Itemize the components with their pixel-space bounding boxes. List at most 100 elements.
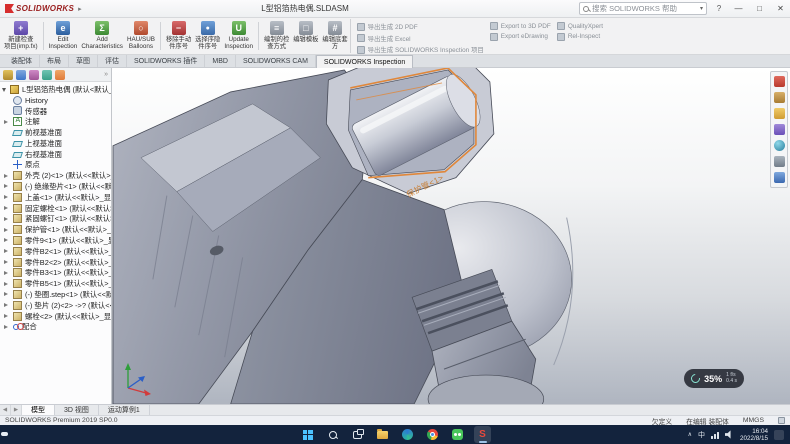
minimize-button[interactable]: — xyxy=(731,2,746,16)
design-library-icon[interactable] xyxy=(774,92,785,103)
ribbon-button-inspection-method[interactable]: 编制的检 查方式 xyxy=(262,19,291,53)
ribbon-button-new-inspection[interactable]: 新建检查 项目(imp.fx) xyxy=(2,19,40,53)
qualityxpert-button[interactable]: QualityXpert xyxy=(557,22,603,30)
part-icon xyxy=(13,258,22,267)
solidworks-resources-icon[interactable] xyxy=(774,76,785,87)
property-manager-tab-icon[interactable] xyxy=(16,70,26,80)
ribbon-button-edit-scheme[interactable]: 编辑底套 方 xyxy=(320,19,349,53)
clock[interactable]: 16:04 2022/8/15 xyxy=(740,428,768,442)
wechat-button[interactable] xyxy=(449,426,466,443)
edge-browser-button[interactable] xyxy=(399,426,416,443)
tab-assembly[interactable]: 装配体 xyxy=(4,55,40,67)
chevron-down-icon[interactable]: ▾ xyxy=(700,5,703,12)
ribbon-button-update-inspection[interactable]: Update Inspection xyxy=(222,19,255,53)
configuration-manager-tab-icon[interactable] xyxy=(29,70,39,80)
ribbon-button-remove-balloons[interactable]: 移除手动 件序号 xyxy=(164,19,193,53)
performance-badge: 35% 1 f/s 0.4 s xyxy=(684,369,744,388)
model-canvas[interactable]: 保护管<1> xyxy=(112,68,790,404)
tab-scroll-right-icon[interactable]: ▶ xyxy=(11,405,22,415)
part-icon xyxy=(13,204,22,213)
tree-item-top-plane[interactable]: 上视基准面 xyxy=(0,138,111,149)
file-explorer-tab-icon[interactable] xyxy=(774,108,785,119)
search-input[interactable]: 搜索 SOLIDWORKS 帮助 ▾ xyxy=(579,2,707,15)
chevron-right-icon[interactable]: ▸ xyxy=(78,5,82,13)
tab-layout[interactable]: 布局 xyxy=(40,55,69,67)
part-icon xyxy=(13,290,22,299)
dimxpert-tab-icon[interactable] xyxy=(42,70,52,80)
tree-item-front-plane[interactable]: 前视基准面 xyxy=(0,127,111,138)
close-button[interactable]: ✕ xyxy=(773,2,788,16)
tree-item-component[interactable]: 零件B2<1> (默认<<默认>_显... xyxy=(0,246,111,257)
tree-item-component[interactable]: 螺栓<2> (默认<<默认>_显示状态... xyxy=(0,311,111,322)
chrome-browser-button[interactable] xyxy=(424,426,441,443)
tree-item-component[interactable]: 固定螺栓<1> (默认<<默认>_显... xyxy=(0,203,111,214)
feature-manager-tab-icon[interactable] xyxy=(3,70,13,80)
maximize-button[interactable]: □ xyxy=(752,2,767,16)
taskbar-search-button[interactable] xyxy=(324,426,341,443)
appearances-icon[interactable] xyxy=(774,140,785,151)
tree-item-assembly-root[interactable]: L型铝箔热电偶 (默认<默认_显示状态-1) xyxy=(0,84,111,95)
tree-item-component[interactable]: 零件B3<1> (默认<<默认>_显... xyxy=(0,268,111,279)
tree-item-annotations[interactable]: 注解 xyxy=(0,116,111,127)
tab-addins[interactable]: SOLIDWORKS 插件 xyxy=(127,55,205,67)
help-button[interactable]: ? xyxy=(713,4,725,13)
tab-model[interactable]: 模型 xyxy=(22,405,55,415)
tab-scroll-left-icon[interactable]: ◀ xyxy=(0,405,11,415)
ribbon-button-select-balloons[interactable]: 选择序隐 件序号 xyxy=(193,19,222,53)
tree-item-component[interactable]: (-) 垫圈.step<1> (默认<<默认>_显... xyxy=(0,289,111,300)
volume-icon[interactable] xyxy=(725,430,734,439)
tree-item-mates[interactable]: 配合 xyxy=(0,322,111,333)
solidworks-taskbar-button[interactable] xyxy=(474,426,491,443)
ribbon-button-add-characteristics[interactable]: Add Characteristics xyxy=(79,19,125,53)
inspection-tab-icon[interactable] xyxy=(774,172,785,183)
tree-item-origin[interactable]: 原点 xyxy=(0,160,111,171)
notifications-button[interactable] xyxy=(774,430,784,440)
tree-item-component[interactable]: (-) 垫片 (2)<2> ->? (默认<<默认... xyxy=(0,300,111,311)
ribbon-button-edit-template[interactable]: 编辑模板 xyxy=(291,19,320,53)
rel-inspect-button[interactable]: Rel-Inspect xyxy=(557,33,603,41)
tab-sketch[interactable]: 草图 xyxy=(69,55,98,67)
tab-motion-study[interactable]: 运动算例1 xyxy=(99,405,150,415)
network-icon[interactable] xyxy=(711,431,719,439)
graphics-viewport[interactable]: 保护管<1> xyxy=(112,68,790,404)
tree-item-history[interactable]: History xyxy=(0,95,111,106)
history-icon xyxy=(13,96,22,105)
ime-indicator[interactable]: 中 xyxy=(698,430,705,440)
export-excel[interactable]: 导出生成 Excel xyxy=(357,34,484,43)
ribbon-button-balloons[interactable]: HAU/SUB Balloons xyxy=(125,19,157,53)
solidworks-menu-button[interactable]: SOLIDWORKS ▸ xyxy=(2,4,85,13)
tree-item-component[interactable]: 上盖<1> (默认<<默认>_显示状... xyxy=(0,192,111,203)
tab-evaluate[interactable]: 评估 xyxy=(98,55,127,67)
tree-item-right-plane[interactable]: 右视基准面 xyxy=(0,149,111,160)
tree-item-component[interactable]: 零件B5<1> (默认<<默认>_显... xyxy=(0,278,111,289)
tree-item-component[interactable]: 零件B2<2> (默认<<默认>_显... xyxy=(0,257,111,268)
tree-item-component[interactable]: 紧固螺钉<1> (默认<<默认>_显... xyxy=(0,214,111,225)
part-icon xyxy=(13,236,22,245)
tree-item-component[interactable]: 零件9<1> (默认<<默认>_显示状... xyxy=(0,235,111,246)
tab-3d-views[interactable]: 3D 视图 xyxy=(55,405,99,415)
tree-item-component[interactable]: (-) 绝缘垫片<1> (默认<<默认>_显... xyxy=(0,181,111,192)
export-2d-pdf[interactable]: 导出生成 2D PDF xyxy=(357,22,484,31)
pane-chevron-icon[interactable]: » xyxy=(104,71,108,78)
qualityxpert-icon xyxy=(557,22,565,30)
tray-chevron-icon[interactable]: ∧ xyxy=(688,431,692,438)
file-explorer-button[interactable] xyxy=(374,426,391,443)
custom-properties-icon[interactable] xyxy=(774,156,785,167)
status-units[interactable]: MMGS xyxy=(743,417,764,424)
tab-solidworks-cam[interactable]: SOLIDWORKS CAM xyxy=(236,55,316,67)
view-palette-icon[interactable] xyxy=(774,124,785,135)
edit-inspection-icon xyxy=(56,21,70,35)
tree-item-component[interactable]: 保护管<1> (默认<<默认>_显示... xyxy=(0,224,111,235)
export-inspection-project[interactable]: 导出生成 SOLIDWORKS Inspection 项目 xyxy=(357,45,484,54)
status-custom-icon[interactable] xyxy=(778,417,785,424)
export-edrawing[interactable]: Export eDrawing xyxy=(490,33,551,41)
tab-mbd[interactable]: MBD xyxy=(205,55,236,67)
task-view-button[interactable] xyxy=(349,426,366,443)
ribbon-button-edit-inspection[interactable]: Edit Inspection xyxy=(47,19,80,53)
display-manager-tab-icon[interactable] xyxy=(55,70,65,80)
tree-item-sensors[interactable]: 传感器 xyxy=(0,106,111,117)
export-3d-pdf[interactable]: Export to 3D PDF xyxy=(490,22,551,30)
start-button[interactable] xyxy=(299,426,316,443)
tree-item-component[interactable]: 外壳 (2)<1> (默认<<默认>_显示状... xyxy=(0,170,111,181)
tab-solidworks-inspection[interactable]: SOLIDWORKS Inspection xyxy=(316,55,413,68)
